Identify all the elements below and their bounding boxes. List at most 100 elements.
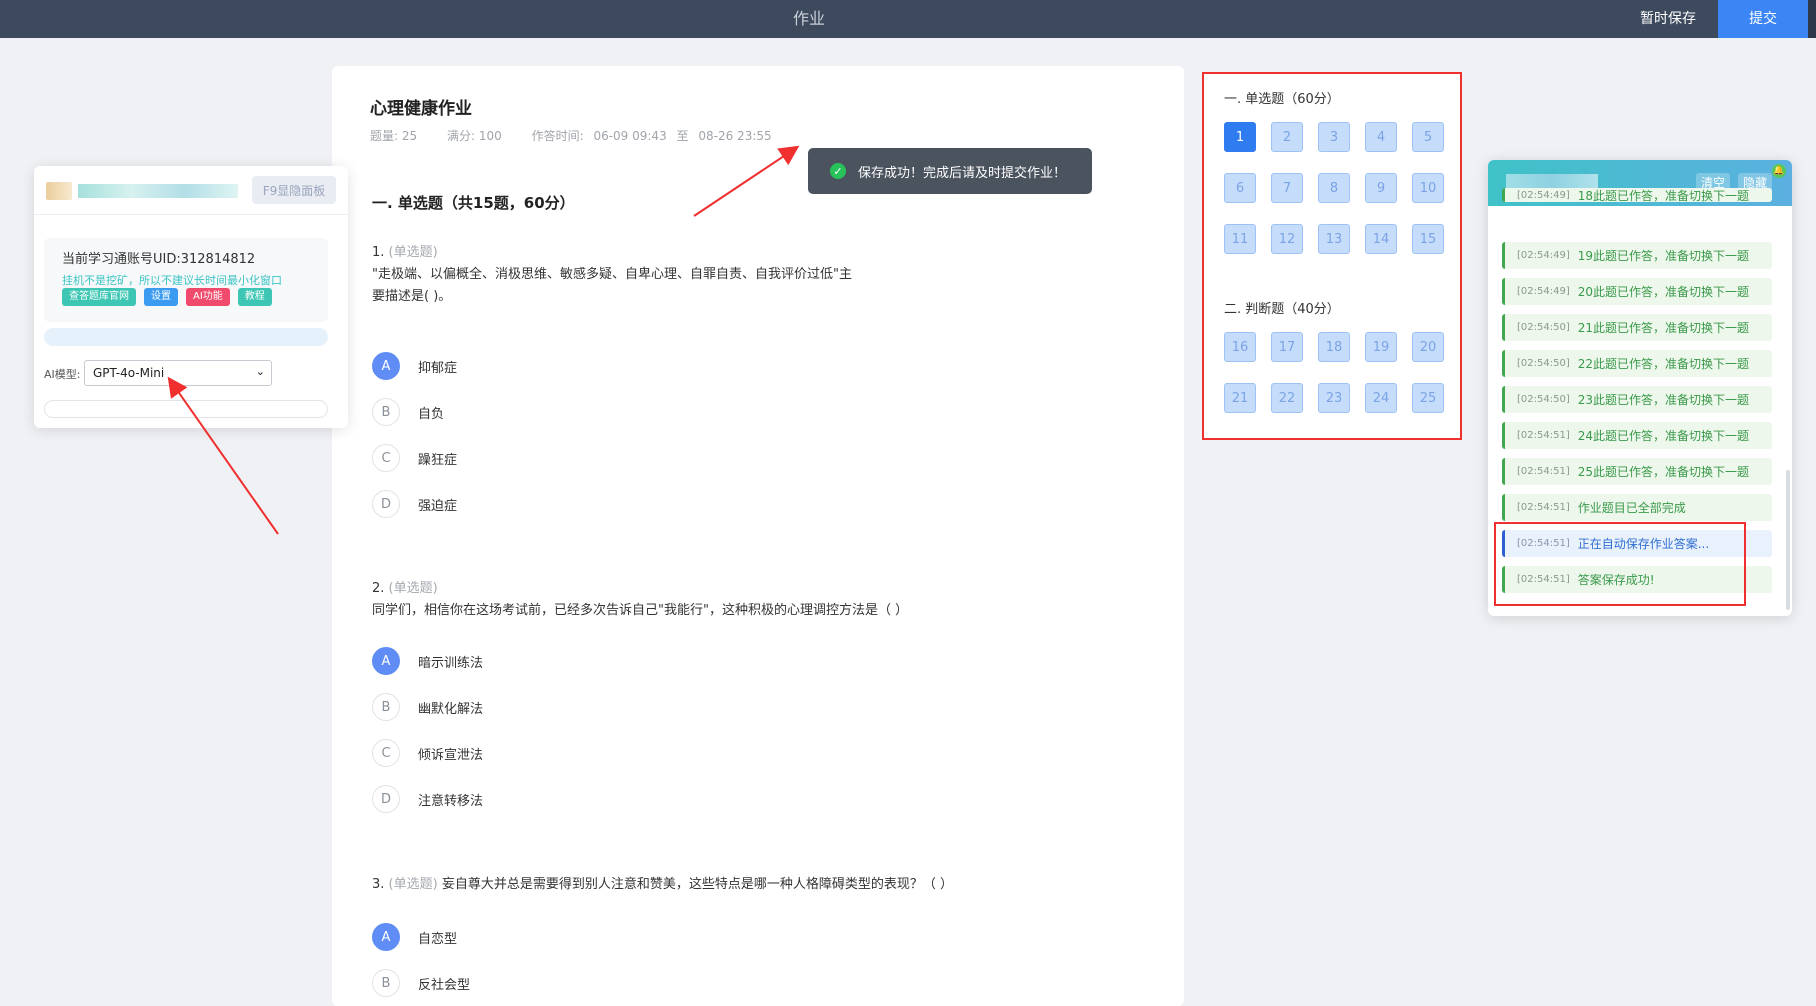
question-2-option-b[interactable]: B 幽默化解法 [372, 692, 483, 722]
log-message: 24此题已作答，准备切换下一题 [1577, 429, 1749, 443]
question-1-stem: 1. (单选题) "走极端、以偏概全、消极思维、敏感多疑、自卑心理、自罪自责、自… [372, 245, 852, 304]
answer-card-q17[interactable]: 17 [1271, 332, 1303, 362]
log-timestamp: [02:54:51] [1517, 430, 1570, 441]
answer-card-q12[interactable]: 12 [1271, 224, 1303, 254]
question-2-stem: 2. (单选题) 同学们，相信你在这场考试前，已经多次告诉自己"我能行"，这种积… [372, 581, 909, 618]
answer-card-q13[interactable]: 13 [1318, 224, 1350, 254]
question-1-option-a[interactable]: A 抑郁症 [372, 351, 457, 381]
temp-save-button[interactable]: 暂时保存 [1618, 0, 1718, 38]
account-uid: 当前学习通账号UID:312814812 [62, 252, 256, 267]
tag-settings[interactable]: 设置 [144, 288, 178, 306]
answer-card-q22[interactable]: 22 [1271, 383, 1303, 413]
answer-card-q23[interactable]: 23 [1318, 383, 1350, 413]
log-timestamp: [02:54:49] [1517, 250, 1570, 261]
save-success-toast: ✓ 保存成功！完成后请及时提交作业！ [808, 148, 1092, 194]
log-message: 20此题已作答，准备切换下一题 [1577, 285, 1749, 299]
page-title: 作业 [792, 9, 825, 28]
log-timestamp: [02:54:50] [1517, 358, 1570, 369]
answer-card-q6[interactable]: 6 [1224, 173, 1256, 203]
answer-card-q15[interactable]: 15 [1412, 224, 1444, 254]
log-message: 正在自动保存作业答案... [1577, 537, 1710, 551]
answer-card-section-single: 一. 单选题（60分） [1224, 92, 1340, 107]
log-row: [02:54:50] 21此题已作答，准备切换下一题 [1502, 314, 1772, 341]
input-field[interactable] [44, 400, 328, 418]
submit-button[interactable]: 提交 [1718, 0, 1808, 38]
log-message: 22此题已作答，准备切换下一题 [1577, 357, 1749, 371]
question-1-option-b[interactable]: B 自负 [372, 397, 444, 427]
minimize-warning: 挂机不是挖矿，所以不建议长时间最小化窗口 [62, 274, 282, 287]
helper-name-blurred [78, 184, 238, 198]
answer-card-q18[interactable]: 18 [1318, 332, 1350, 362]
question-1-option-d[interactable]: D 强迫症 [372, 489, 457, 519]
homework-meta: 题量: 25 满分: 100 作答时间: 06-09 09:43 至 08-26… [370, 127, 804, 144]
answer-card-q14[interactable]: 14 [1365, 224, 1397, 254]
log-timestamp: [02:54:50] [1517, 394, 1570, 405]
log-message: 答案保存成功! [1577, 573, 1655, 587]
divider [34, 214, 348, 215]
window-scrollbar[interactable] [1808, 0, 1816, 38]
answer-card-q21[interactable]: 21 [1224, 383, 1256, 413]
homework-paper: 心理健康作业 题量: 25 满分: 100 作答时间: 06-09 09:43 … [332, 66, 1184, 1006]
account-info-box: 当前学习通账号UID:312814812 挂机不是挖矿，所以不建议长时间最小化窗… [44, 238, 328, 322]
toast-message: 保存成功！完成后请及时提交作业！ [858, 165, 1067, 181]
tag-official-site[interactable]: 查答题库官网 [62, 288, 136, 306]
log-row: [02:54:50] 23此题已作答，准备切换下一题 [1502, 386, 1772, 413]
log-message: 23此题已作答，准备切换下一题 [1577, 393, 1749, 407]
log-timestamp: [02:54:50] [1517, 322, 1570, 333]
log-row: [02:54:50] 22此题已作答，准备切换下一题 [1502, 350, 1772, 377]
helper-panel: F9显隐面板 当前学习通账号UID:312814812 挂机不是挖矿，所以不建议… [34, 166, 348, 428]
ai-model-value: GPT-4o-Mini [93, 366, 165, 380]
log-message: 19此题已作答，准备切换下一题 [1577, 249, 1749, 263]
answer-card-q19[interactable]: 19 [1365, 332, 1397, 362]
chevron-down-icon: ⌄ [255, 365, 265, 378]
log-row: [02:54:51] 25此题已作答，准备切换下一题 [1502, 458, 1772, 485]
answer-card-q5[interactable]: 5 [1412, 122, 1444, 152]
homework-title: 心理健康作业 [370, 99, 472, 119]
question-3-option-a[interactable]: A 自恋型 [372, 922, 457, 952]
answer-card-q10[interactable]: 10 [1412, 173, 1444, 203]
question-count: 题量: 25 [370, 129, 418, 143]
progress-bar [44, 328, 328, 346]
question-2-option-d[interactable]: D 注意转移法 [372, 784, 483, 814]
answer-card-q11[interactable]: 11 [1224, 224, 1256, 254]
question-2-option-a[interactable]: A 暗示训练法 [372, 646, 483, 676]
ai-model-select[interactable]: GPT-4o-Mini ⌄ [84, 360, 272, 386]
answer-card-q16[interactable]: 16 [1224, 332, 1256, 362]
answer-card-q4[interactable]: 4 [1365, 122, 1397, 152]
tag-tutorial[interactable]: 教程 [237, 288, 272, 306]
log-timestamp: [02:54:51] [1517, 466, 1570, 477]
log-timestamp: [02:54:51] [1517, 538, 1570, 549]
helper-logo [46, 182, 72, 200]
answer-card: 一. 单选题（60分） 二. 判断题（40分） 1 2 3 4 5 6 7 8 9 10 11 12 1… [1202, 72, 1462, 440]
log-panel: 清空 隐藏 🔔 [02:54:49] 18此题已作答，准备切换下一题 [02:54:… [1488, 160, 1792, 616]
question-2-option-c[interactable]: C 倾诉宣泄法 [372, 738, 483, 768]
full-score: 满分: 100 [446, 129, 502, 143]
answer-card-q9[interactable]: 9 [1365, 173, 1397, 203]
answer-card-section-judge: 二. 判断题（40分） [1224, 302, 1340, 317]
answer-card-q2[interactable]: 2 [1271, 122, 1303, 152]
top-bar: 作业 暂时保存 提交 [0, 0, 1816, 38]
log-timestamp: [02:54:49] [1517, 189, 1570, 201]
log-timestamp: [02:54:51] [1517, 574, 1570, 585]
log-row: [02:54:49] 20此题已作答，准备切换下一题 [1502, 278, 1772, 305]
answer-card-q8[interactable]: 8 [1318, 173, 1350, 203]
answer-card-q7[interactable]: 7 [1271, 173, 1303, 203]
log-scrollbar[interactable] [1786, 470, 1790, 610]
toggle-panel-button[interactable]: F9显隐面板 [252, 176, 336, 204]
log-timestamp: [02:54:51] [1517, 502, 1570, 513]
answer-card-q3[interactable]: 3 [1318, 122, 1350, 152]
bell-icon[interactable]: 🔔 [1772, 164, 1786, 178]
helper-action-tags: 查答题库官网 设置 AI功能 教程 [62, 288, 272, 306]
question-1-option-c[interactable]: C 躁狂症 [372, 443, 457, 473]
log-row: [02:54:49] 18此题已作答，准备切换下一题 [1502, 188, 1772, 203]
answer-card-q24[interactable]: 24 [1365, 383, 1397, 413]
answer-card-q1[interactable]: 1 [1224, 122, 1256, 152]
log-row: [02:54:51] 作业题目已全部完成 [1502, 494, 1772, 521]
answer-card-q25[interactable]: 25 [1412, 383, 1444, 413]
log-row: [02:54:51] 答案保存成功! [1502, 566, 1772, 593]
tag-ai-feature[interactable]: AI功能 [186, 288, 230, 306]
question-3-option-b[interactable]: B 反社会型 [372, 968, 470, 998]
answer-card-q20[interactable]: 20 [1412, 332, 1444, 362]
log-row: [02:54:51] 24此题已作答，准备切换下一题 [1502, 422, 1772, 449]
ai-model-label: AI模型: [44, 368, 81, 381]
